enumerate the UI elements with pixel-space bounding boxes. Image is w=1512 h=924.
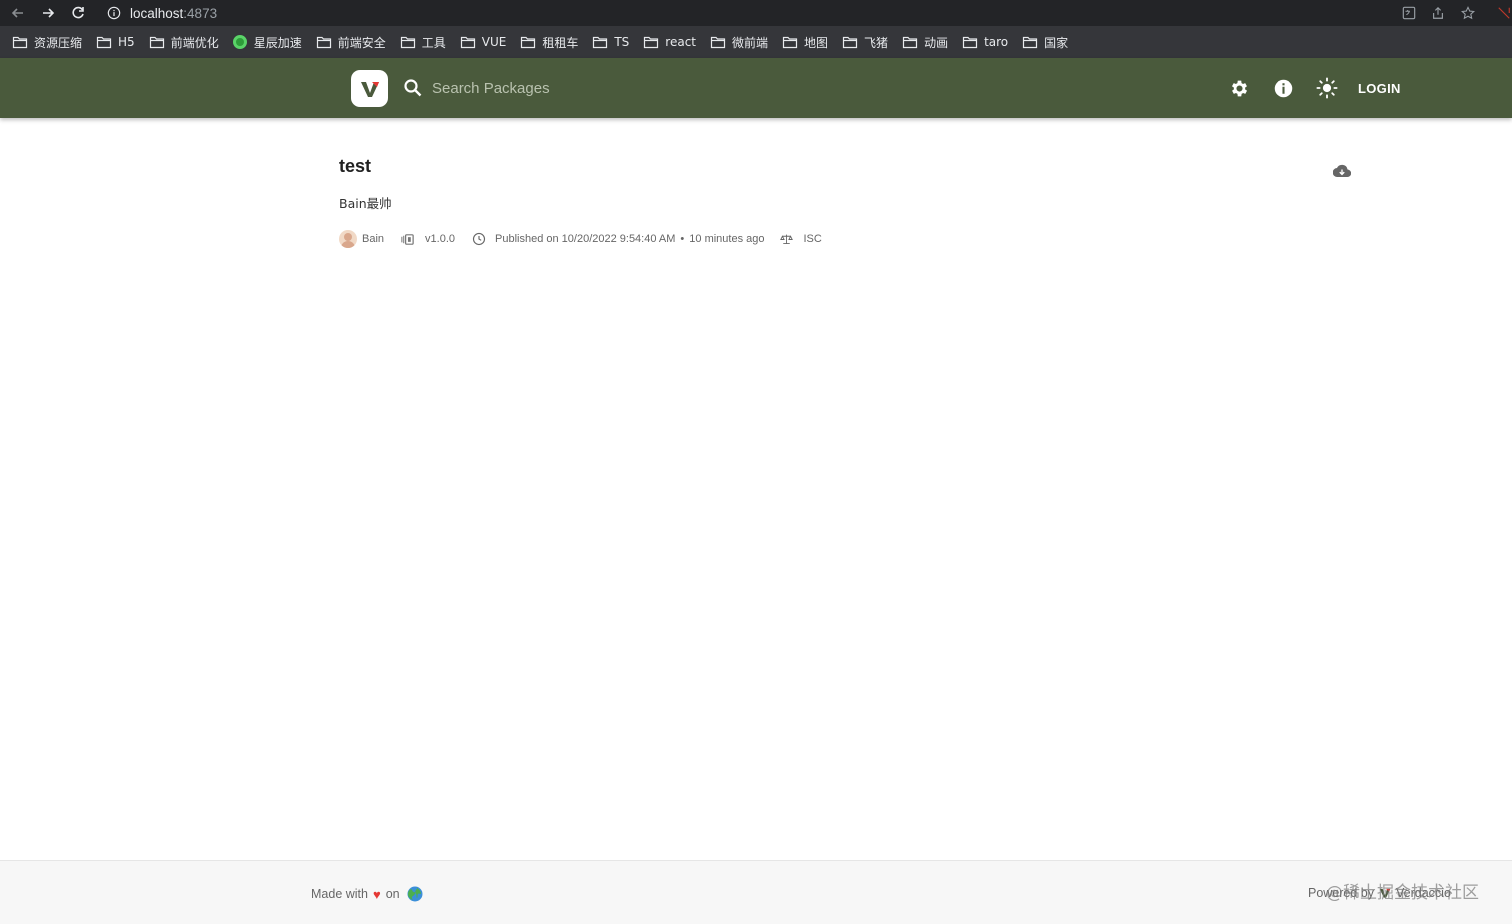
footer-made-with: Made with ♥ on bbox=[311, 886, 423, 902]
verdaccio-logo[interactable] bbox=[351, 70, 388, 107]
bookmark-item[interactable]: 微前端 bbox=[708, 30, 774, 54]
bookmark-label: 飞猪 bbox=[864, 35, 889, 50]
app-header: LOGIN bbox=[0, 58, 1512, 118]
folder-icon bbox=[96, 36, 112, 49]
green-circle-icon bbox=[232, 35, 247, 49]
bookmark-item[interactable]: taro bbox=[960, 30, 1014, 54]
bookmark-label: taro bbox=[984, 35, 1009, 49]
bookmark-label: 资源压缩 bbox=[34, 35, 83, 50]
bookmark-item[interactable]: 租租车 bbox=[518, 30, 584, 54]
folder-icon bbox=[593, 36, 608, 49]
bookmark-item[interactable]: H5 bbox=[94, 30, 141, 54]
folder-icon bbox=[782, 36, 798, 49]
folder-icon bbox=[710, 36, 726, 49]
version-icon bbox=[400, 232, 415, 247]
bookmark-item[interactable]: 动画 bbox=[900, 30, 954, 54]
meta-separator: • bbox=[680, 233, 685, 245]
bookmark-label: 工具 bbox=[421, 35, 446, 50]
browser-address-bar: localhost:4873 bbox=[0, 0, 1512, 26]
search-icon bbox=[404, 79, 422, 97]
download-cloud-icon[interactable] bbox=[1333, 163, 1351, 179]
clock-icon bbox=[471, 232, 486, 247]
bookmark-item[interactable]: TS bbox=[590, 30, 635, 54]
settings-button[interactable] bbox=[1228, 77, 1250, 99]
author-avatar bbox=[339, 230, 357, 248]
login-button[interactable]: LOGIN bbox=[1350, 76, 1409, 100]
back-button[interactable] bbox=[8, 3, 28, 23]
url-text: localhost:4873 bbox=[130, 6, 217, 21]
bookmark-item[interactable]: react bbox=[641, 30, 702, 54]
folder-icon bbox=[149, 36, 164, 49]
info-icon bbox=[1274, 79, 1292, 97]
bookmark-star-icon[interactable] bbox=[1458, 3, 1478, 23]
bookmark-item[interactable]: 国家 bbox=[1020, 30, 1074, 54]
bookmark-label: 国家 bbox=[1044, 35, 1069, 50]
bookmark-label: 动画 bbox=[924, 35, 949, 50]
bookmark-item[interactable]: 工具 bbox=[398, 30, 452, 54]
share-icon[interactable] bbox=[1428, 3, 1448, 23]
watermark-text: @稀土掘金技术社区 bbox=[1326, 883, 1479, 903]
info-button[interactable] bbox=[1272, 77, 1294, 99]
folder-icon bbox=[644, 36, 659, 49]
package-description: Bain最帅 bbox=[339, 196, 392, 211]
folder-icon bbox=[1023, 36, 1038, 49]
package-name: test bbox=[339, 156, 372, 176]
bookmark-label: 租租车 bbox=[542, 35, 579, 50]
folder-icon bbox=[842, 36, 858, 49]
gear-icon bbox=[1231, 80, 1247, 96]
bookmark-label: VUE bbox=[481, 35, 507, 49]
heart-icon: ♥ bbox=[372, 886, 381, 902]
folder-icon bbox=[521, 36, 536, 49]
url-port: :4873 bbox=[183, 5, 218, 21]
reload-icon bbox=[72, 6, 84, 19]
bookmark-label: 地图 bbox=[804, 35, 829, 50]
bookmark-label: react bbox=[665, 35, 697, 49]
url-field[interactable]: localhost:4873 bbox=[100, 1, 1396, 25]
globe-icon[interactable] bbox=[407, 886, 423, 902]
bookmark-item[interactable]: 资源压缩 bbox=[10, 30, 88, 54]
folder-icon bbox=[316, 36, 331, 49]
theme-toggle-button[interactable] bbox=[1316, 77, 1338, 99]
footer: Made with ♥ on Powered by Verdaccio bbox=[0, 860, 1512, 924]
forward-button[interactable] bbox=[38, 3, 58, 23]
back-arrow-icon bbox=[11, 8, 23, 18]
bookmark-item[interactable]: 前端优化 bbox=[147, 30, 225, 54]
forward-arrow-icon bbox=[43, 8, 55, 18]
extension-icon[interactable] bbox=[1494, 3, 1512, 23]
bookmark-item[interactable]: 飞猪 bbox=[840, 30, 894, 54]
folder-icon bbox=[12, 36, 28, 49]
package-license: ISC bbox=[803, 233, 822, 245]
on-text: on bbox=[385, 887, 400, 901]
bookmark-label: 星辰加速 bbox=[253, 35, 302, 50]
bookmark-item[interactable]: 地图 bbox=[780, 30, 834, 54]
reload-button[interactable] bbox=[68, 3, 88, 23]
package-version: v1.0.0 bbox=[425, 233, 455, 245]
made-with-text: Made with bbox=[311, 887, 368, 901]
bookmark-label: 前端优化 bbox=[170, 35, 219, 50]
bookmark-item[interactable]: 星辰加速 bbox=[231, 30, 308, 54]
bookmark-label: TS bbox=[614, 35, 630, 49]
search-input[interactable] bbox=[432, 75, 1132, 101]
folder-icon bbox=[400, 36, 415, 49]
sun-icon bbox=[1316, 77, 1338, 99]
bookmark-item[interactable]: VUE bbox=[458, 30, 513, 54]
bookmark-item[interactable]: 前端安全 bbox=[314, 30, 392, 54]
published-relative-time: 10 minutes ago bbox=[689, 233, 765, 245]
bookmark-label: 微前端 bbox=[732, 35, 769, 50]
bookmark-label: H5 bbox=[118, 35, 135, 49]
url-host: localhost bbox=[130, 5, 184, 21]
bookmarks-bar: 资源压缩 H5 前端优化 星辰加速 前端安全 工具 VUE 租租车 TS react 微前端 地图 飞猪… bbox=[0, 26, 1512, 58]
bookmark-label: 前端安全 bbox=[337, 35, 386, 50]
folder-icon bbox=[902, 36, 918, 49]
folder-icon bbox=[460, 36, 475, 49]
package-meta: Bain v1.0.0 Published on 10/20/2022 9:54… bbox=[339, 229, 822, 249]
logo-icon bbox=[360, 81, 379, 97]
translate-icon[interactable] bbox=[1399, 3, 1419, 23]
published-date: Published on 10/20/2022 9:54:40 AM bbox=[495, 233, 676, 245]
license-scale-icon bbox=[779, 232, 794, 247]
site-info-icon[interactable] bbox=[106, 5, 122, 21]
author-name[interactable]: Bain bbox=[362, 233, 384, 245]
folder-icon bbox=[962, 36, 978, 49]
